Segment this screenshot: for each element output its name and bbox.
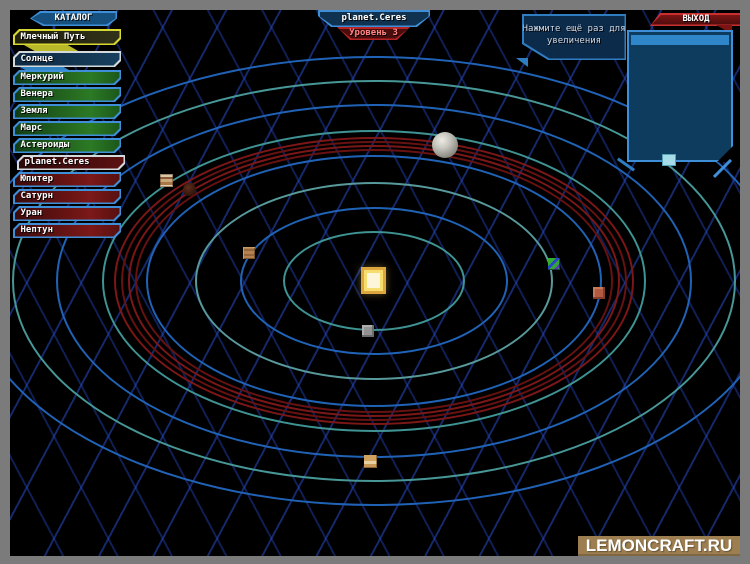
tier-label: Уровень 3 bbox=[349, 29, 398, 38]
sidebar-item-mercury[interactable]: Меркурий bbox=[13, 70, 121, 85]
planet-mars-icon[interactable] bbox=[593, 287, 605, 299]
watermark-banner: LEMONCRAFT.RU bbox=[578, 536, 740, 556]
sidebar-item-mars[interactable]: Марс bbox=[13, 121, 121, 136]
sidebar-item-earth[interactable]: Земля bbox=[13, 104, 121, 119]
sidebar-item-galaxy[interactable]: Млечный Путь bbox=[13, 29, 121, 45]
sidebar-item-label: Уран bbox=[21, 209, 43, 218]
planet-saturn-icon[interactable] bbox=[364, 455, 377, 468]
sidebar-item-label: Солнце bbox=[21, 55, 54, 64]
galaxy-connector-wedge bbox=[24, 45, 80, 52]
sidebar-item-label: Астероиды bbox=[21, 141, 70, 150]
sun-icon[interactable] bbox=[364, 270, 383, 291]
sidebar-item-ceres-selected[interactable]: planet.Ceres bbox=[17, 155, 125, 170]
sidebar-item-jupiter[interactable]: Юпитер bbox=[13, 172, 121, 187]
sidebar-item-label: Нептун bbox=[21, 226, 54, 235]
zoom-hint-tooltip: Нажмите ещё раз для увеличения bbox=[522, 14, 626, 60]
celestial-map-viewport[interactable]: КАТАЛОГ Млечный Путь Солнце Меркурий Вен… bbox=[10, 10, 740, 556]
sidebar-item-label: Меркурий bbox=[21, 73, 64, 82]
sidebar-item-label: Сатурн bbox=[21, 192, 54, 201]
tooltip-tail bbox=[516, 58, 528, 67]
info-panel-header bbox=[631, 35, 729, 45]
info-panel bbox=[627, 30, 733, 162]
planet-asteroid-icon[interactable] bbox=[183, 183, 196, 196]
planet-mercury-icon[interactable] bbox=[362, 325, 374, 337]
sidebar-item-saturn[interactable]: Сатурн bbox=[13, 189, 121, 204]
planet-ceres-icon[interactable] bbox=[432, 132, 458, 158]
planet-jupiter-icon[interactable] bbox=[160, 174, 173, 187]
sidebar-item-label: Марс bbox=[21, 124, 43, 133]
catalog-header-label: КАТАЛОГ bbox=[55, 14, 93, 23]
sidebar-item-asteroids[interactable]: Астероиды bbox=[13, 138, 121, 153]
sidebar-item-label: Венера bbox=[21, 90, 54, 99]
selected-body-name: planet.Ceres bbox=[341, 14, 406, 23]
zoom-hint-line2: увеличения bbox=[547, 35, 601, 47]
sidebar-item-label: Млечный Путь bbox=[21, 33, 86, 42]
catalog-header: КАТАЛОГ bbox=[30, 11, 117, 26]
sidebar-item-venus[interactable]: Венера bbox=[13, 87, 121, 102]
sidebar-item-label: Юпитер bbox=[21, 175, 54, 184]
planet-venus-icon[interactable] bbox=[243, 247, 255, 259]
sidebar-item-label: Земля bbox=[21, 107, 48, 116]
planet-earth-icon[interactable] bbox=[548, 258, 560, 270]
tier-banner: Уровень 3 bbox=[337, 27, 410, 40]
watermark-label: LEMONCRAFT.RU bbox=[586, 536, 732, 556]
zoom-hint-line1: Нажмите ещё раз для bbox=[523, 23, 626, 35]
exit-button-label: ВЫХОД bbox=[682, 15, 709, 24]
info-panel-tab bbox=[662, 154, 676, 166]
sidebar-item-neptune[interactable]: Нептун bbox=[13, 223, 121, 238]
sidebar-item-uranus[interactable]: Уран bbox=[13, 206, 121, 221]
selected-body-banner: planet.Ceres bbox=[318, 10, 430, 27]
sidebar-item-label: planet.Ceres bbox=[25, 158, 90, 167]
sidebar-item-star[interactable]: Солнце bbox=[13, 51, 121, 67]
